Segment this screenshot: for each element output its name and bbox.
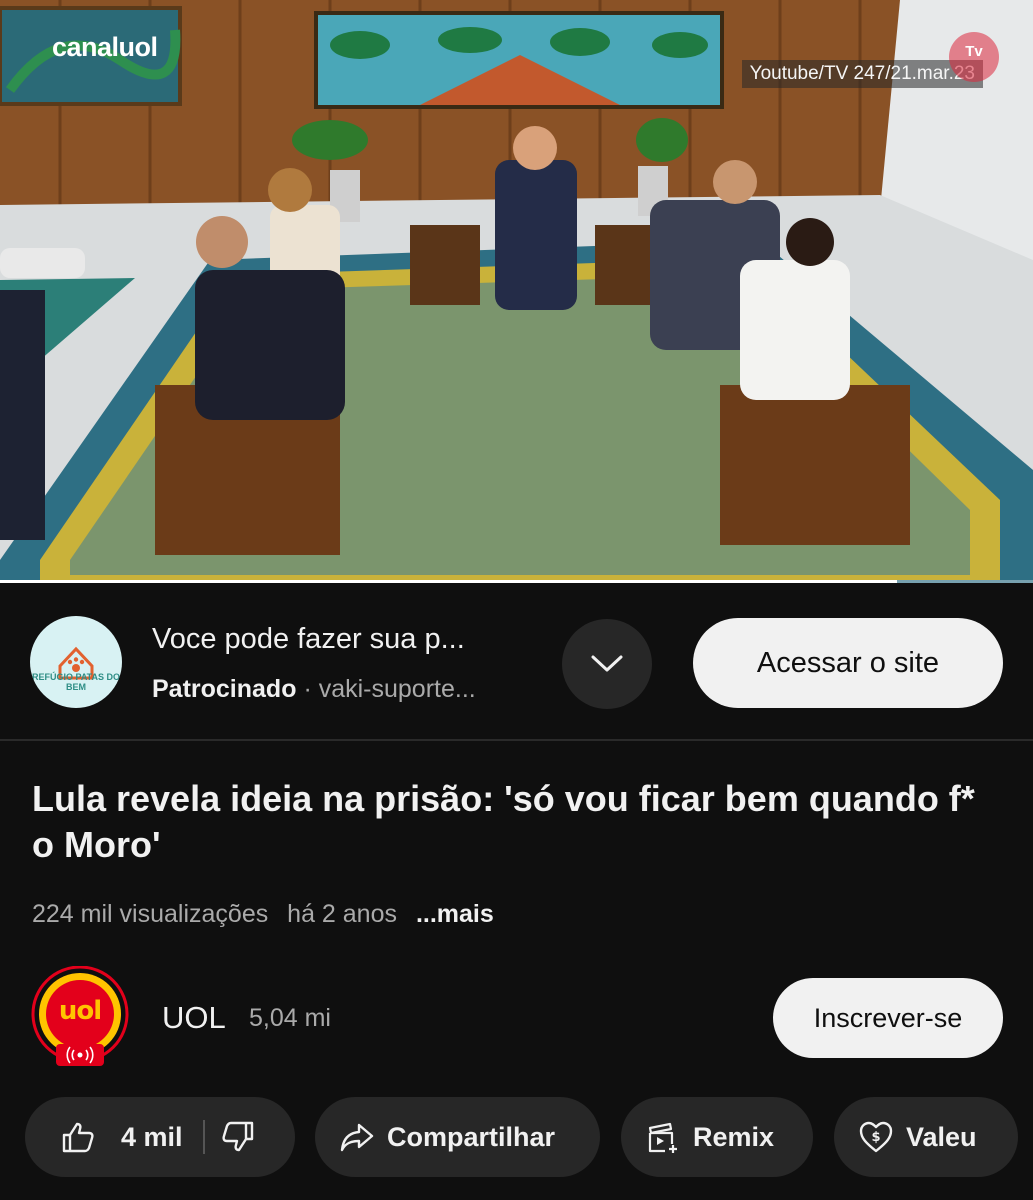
share-button[interactable]: Compartilhar <box>315 1097 600 1177</box>
thumbs-up-icon <box>62 1122 94 1153</box>
ad-separator: · <box>303 675 312 703</box>
ad-advertiser: vaki-suporte... <box>318 675 476 703</box>
like-button[interactable]: 4 mil <box>25 1121 183 1153</box>
like-divider <box>202 1120 205 1154</box>
video-credit: Youtube/TV 247/21.mar.23 <box>741 60 983 88</box>
share-icon <box>340 1123 374 1152</box>
svg-text:$: $ <box>871 1130 880 1145</box>
video-player[interactable]: canaluol Youtube/TV 247/21.mar.23 Tv <box>0 0 1033 583</box>
channel-watermark: canaluol <box>52 32 158 62</box>
thumbs-down-icon <box>221 1121 253 1152</box>
share-label: Compartilhar <box>387 1121 556 1152</box>
view-count: 224 mil visualizações <box>32 900 269 928</box>
remix-icon <box>648 1122 677 1153</box>
sponsored-ad[interactable]: REFÚGIO PATAS DO BEM Voce pode fazer sua… <box>0 583 1033 741</box>
remix-label: Remix <box>693 1121 775 1152</box>
channel-avatar[interactable]: uol <box>30 965 130 1066</box>
advertiser-logo-text: REFÚGIO PATAS DO BEM <box>31 672 120 692</box>
tv247-watermark: Tv <box>949 32 999 82</box>
visit-site-button[interactable]: Acessar o site <box>693 618 1003 708</box>
advertiser-logo[interactable]: REFÚGIO PATAS DO BEM <box>30 616 122 708</box>
house-paw-icon <box>58 646 94 680</box>
sponsored-label: Patrocinado <box>152 675 297 703</box>
channel-name[interactable]: UOL <box>162 1000 226 1036</box>
video-meta[interactable]: 224 mil visualizações há 2 anos ...mais <box>32 900 506 929</box>
thanks-label: Valeu <box>906 1121 977 1152</box>
ad-expand-button[interactable] <box>562 619 652 709</box>
subscribe-button[interactable]: Inscrever-se <box>773 978 1003 1058</box>
dislike-button[interactable] <box>221 1121 255 1153</box>
remix-button[interactable]: Remix <box>621 1097 813 1177</box>
thanks-button[interactable]: $ Valeu <box>834 1097 1018 1177</box>
like-dislike-group: 4 mil <box>25 1097 295 1177</box>
like-count: 4 mil <box>121 1121 183 1152</box>
avatar-logo-text: uol <box>58 996 102 1026</box>
upload-age: há 2 anos <box>287 900 397 928</box>
video-title[interactable]: Lula revela ideia na prisão: 'só vou fic… <box>32 776 992 868</box>
more-link[interactable]: ...mais <box>416 900 494 928</box>
chevron-down-icon <box>591 655 623 672</box>
ad-title[interactable]: Voce pode fazer sua p... <box>152 623 465 656</box>
subscriber-count: 5,04 mi <box>249 1004 331 1032</box>
heart-dollar-icon: $ <box>859 1121 893 1153</box>
ad-meta: Patrocinado · vaki-suporte... <box>152 675 476 704</box>
